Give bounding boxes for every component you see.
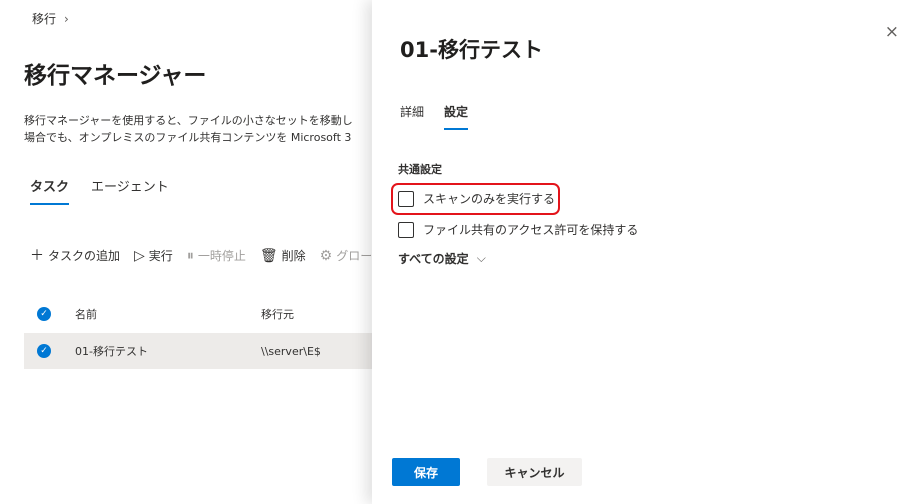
panel-title: 01-移行テスト <box>400 38 543 62</box>
chevron-down-icon: ⌵ <box>476 251 486 265</box>
checkbox-box[interactable] <box>398 190 414 207</box>
pause-label: 一時停止 <box>197 249 246 263</box>
gear-icon: ⚙ <box>319 247 333 264</box>
header-source[interactable]: 移行元 <box>261 306 294 322</box>
pause-button[interactable]: ⏸ 一時停止 <box>187 247 246 264</box>
checkbox-box[interactable] <box>398 221 414 238</box>
add-task-label: タスクの追加 <box>48 249 121 263</box>
preserve-permissions-label: ファイル共有のアクセス許可を保持する <box>423 223 639 237</box>
plus-icon: ＋ <box>30 247 44 264</box>
scan-only-label: スキャンのみを実行する <box>423 192 556 206</box>
header-name[interactable]: 名前 <box>75 306 97 322</box>
task-settings-panel: × 01-移行テスト 詳細 設定 共通設定 スキャンのみを実行する ファイル共有… <box>372 0 911 504</box>
add-task-button[interactable]: ＋ タスクの追加 <box>30 247 120 264</box>
all-settings-label: すべての設定 <box>398 252 469 266</box>
cancel-button[interactable]: キャンセル <box>487 458 582 486</box>
tab-settings[interactable]: 設定 <box>444 103 469 130</box>
table-header: ✓ 名前 移行元 <box>24 300 374 328</box>
section-title-common: 共通設定 <box>398 163 442 176</box>
row-name: 01-移行テスト <box>75 345 148 358</box>
row-check-icon[interactable]: ✓ <box>37 344 51 358</box>
breadcrumb: 移行 › <box>32 10 69 27</box>
delete-label: 削除 <box>281 249 306 263</box>
run-button[interactable]: ▷ 実行 <box>134 247 173 264</box>
save-button[interactable]: 保存 <box>392 458 460 486</box>
page-title: 移行マネージャー <box>24 63 207 89</box>
scan-only-checkbox[interactable]: スキャンのみを実行する <box>398 190 555 207</box>
trash-icon: 🗑 <box>259 247 278 264</box>
close-icon[interactable]: × <box>885 22 899 42</box>
main-tabs: タスク エージェント <box>30 176 169 205</box>
panel-tabs: 詳細 設定 <box>400 103 469 130</box>
tab-details[interactable]: 詳細 <box>400 103 424 130</box>
page-description: 移行マネージャーを使用すると、ファイルの小さなセットを移動し 場合でも、オンプレ… <box>24 112 374 146</box>
breadcrumb-link[interactable]: 移行 <box>32 10 56 27</box>
description-line-2: 場合でも、オンプレミスのファイル共有コンテンツを Microsoft 3 <box>24 131 352 144</box>
run-label: 実行 <box>148 249 173 263</box>
chevron-right-icon: › <box>64 11 69 26</box>
play-icon: ▷ <box>134 247 145 264</box>
description-line-1: 移行マネージャーを使用すると、ファイルの小さなセットを移動し <box>24 114 353 127</box>
command-bar: ＋ タスクの追加 ▷ 実行 ⏸ 一時停止 🗑 削除 ⚙ グロー <box>30 247 372 264</box>
row-source: \\server\E$ <box>261 344 321 358</box>
tab-tasks[interactable]: タスク <box>30 176 70 205</box>
tab-agents[interactable]: エージェント <box>91 176 169 205</box>
preserve-permissions-checkbox[interactable]: ファイル共有のアクセス許可を保持する <box>398 221 638 238</box>
global-settings-label: グロー <box>336 249 373 263</box>
delete-button[interactable]: 🗑 削除 <box>260 247 306 264</box>
pause-icon: ⏸ <box>186 247 194 264</box>
global-settings-button[interactable]: ⚙ グロー <box>320 247 373 264</box>
all-settings-expander[interactable]: すべての設定 ⌵ <box>398 250 486 267</box>
table-row[interactable]: ✓ 01-移行テスト \\server\E$ <box>24 333 374 369</box>
select-all-check-icon[interactable]: ✓ <box>37 307 51 321</box>
